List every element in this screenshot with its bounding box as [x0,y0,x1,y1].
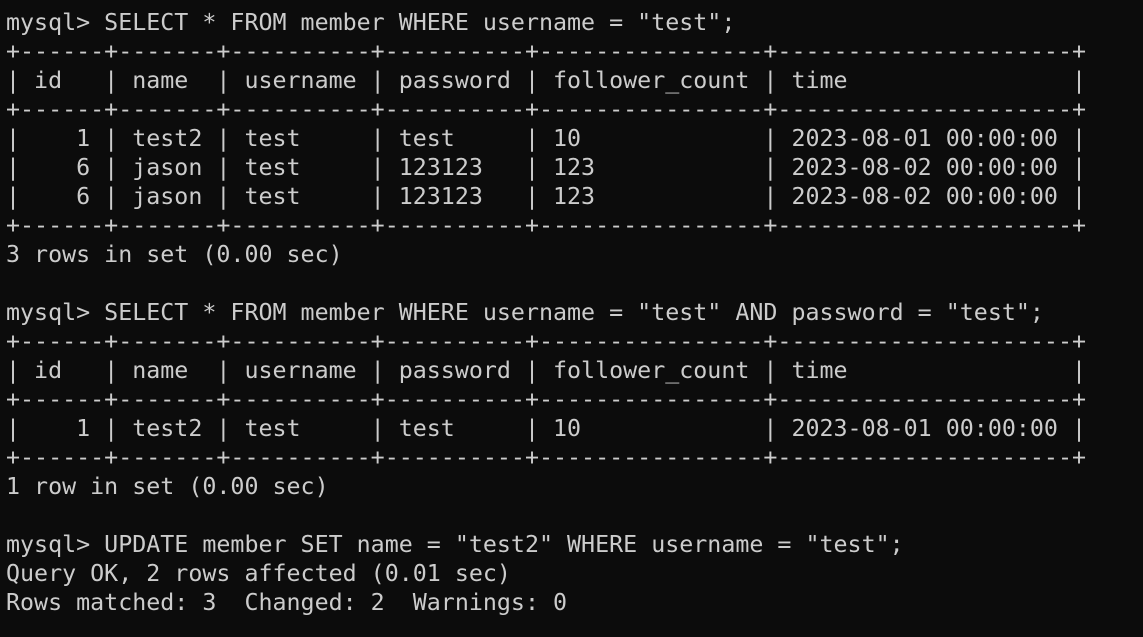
result-summary: 3 rows in set (0.00 sec) [6,241,343,268]
table-border: +------+-------+----------+----------+--… [6,212,1086,239]
terminal-window[interactable]: mysql> SELECT * FROM member WHERE userna… [0,0,1143,637]
table-border: +------+-------+----------+----------+--… [6,386,1086,413]
query-status: Query OK, 2 rows affected (0.01 sec) [6,560,511,587]
table-header-row: | id | name | username | password | foll… [6,67,1086,94]
table-border: +------+-------+----------+----------+--… [6,96,1086,123]
table-header-row: | id | name | username | password | foll… [6,357,1086,384]
command-prompt-line: mysql> SELECT * FROM member WHERE userna… [6,9,736,36]
result-summary: 1 row in set (0.00 sec) [6,473,329,500]
command-prompt-line: mysql> SELECT * FROM member WHERE userna… [6,299,1044,326]
update-summary: Rows matched: 3 Changed: 2 Warnings: 0 [6,589,568,616]
table-border: +------+-------+----------+----------+--… [6,38,1086,65]
table-row: | 6 | jason | test | 123123 | 123 | 2023… [6,154,1086,181]
table-row: | 6 | jason | test | 123123 | 123 | 2023… [6,183,1086,210]
table-border: +------+-------+----------+----------+--… [6,328,1086,355]
table-row: | 1 | test2 | test | test | 10 | 2023-08… [6,415,1086,442]
command-prompt-line: mysql> UPDATE member SET name = "test2" … [6,531,904,558]
table-row: | 1 | test2 | test | test | 10 | 2023-08… [6,125,1086,152]
table-border: +------+-------+----------+----------+--… [6,444,1086,471]
